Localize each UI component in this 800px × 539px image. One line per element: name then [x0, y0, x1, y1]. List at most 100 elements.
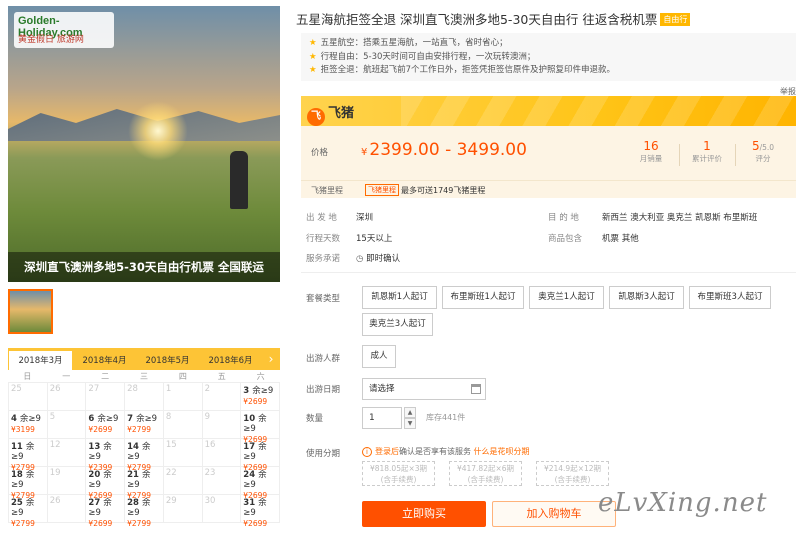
month-tab-2[interactable]: 2018年4月 — [73, 352, 136, 370]
plan-amount: ¥818.05起×3期 — [369, 464, 428, 473]
calendar-day[interactable]: 27 余≥9 ¥2699 — [86, 495, 126, 528]
calendar-day[interactable]: 7 余≥9 ¥2799 — [125, 411, 164, 439]
calendar-day[interactable]: 18 余≥9 ¥2799 — [9, 467, 48, 500]
calendar-day[interactable]: 17 余≥9 ¥2699 — [241, 439, 280, 472]
calendar-grid: 25 26 27 28 1 2 3 余≥9 ¥2699 4 余≥9 ¥3199 5 6 余≥9 ¥2699 7 余… — [8, 383, 280, 528]
fliggy-logo: 飞飞猪 — [307, 102, 354, 126]
package-option-cairns-1[interactable]: 凯恩斯1人起订 — [362, 286, 437, 309]
quantity-down-icon[interactable]: ▼ — [404, 418, 416, 429]
calendar-day[interactable]: 21 余≥9 ¥2799 — [125, 467, 164, 500]
date-value: 请选择 — [369, 384, 395, 394]
depart-value: 深圳 — [356, 213, 374, 223]
day-number: 13 — [88, 442, 101, 452]
calendar-day[interactable]: 11 余≥9 ¥2799 — [9, 439, 48, 472]
day-number: 2 — [204, 384, 210, 394]
day-number: 1 — [165, 384, 172, 394]
month-tab-1[interactable]: 2018年3月 — [8, 350, 73, 370]
month-tab-3[interactable]: 2018年5月 — [136, 352, 199, 370]
calendar-day[interactable]: 13 余≥9 ¥2399 — [86, 439, 126, 472]
calendar-day[interactable]: 31 余≥9 ¥2699 — [241, 495, 280, 528]
next-month-arrow-icon[interactable]: › — [262, 348, 280, 370]
plan-amount: ¥214.9起×12期 — [543, 464, 602, 473]
day-number: 26 — [49, 384, 61, 394]
date-picker-input[interactable]: 请选择 — [362, 378, 486, 400]
depart-row: 出 发 地 深圳 — [306, 211, 373, 223]
calendar-day: 27 — [86, 383, 126, 411]
destination-key: 目 的 地 — [548, 213, 579, 223]
includes-row: 商品包含 机票 其他 — [548, 232, 639, 244]
day-number: 19 — [49, 468, 61, 478]
login-link[interactable]: 登录后 — [375, 447, 399, 456]
calendar-day: 16 — [202, 439, 242, 467]
package-option-brisbane-3[interactable]: 布里斯班3人起订 — [689, 286, 771, 309]
destination-value: 新西兰 澳大利亚 奥克兰 凯恩斯 布里斯班 — [602, 213, 758, 223]
installment-plan-6[interactable]: ¥417.82起×6期 (含手续费) — [449, 461, 522, 486]
price-panel: 价格 ¥2399.00 - 3499.00 16 月销量 1 累计评价 5/5.… — [301, 126, 796, 180]
review-label: 累计评价 — [692, 154, 722, 163]
feature-text: 拒签全退：航班起飞前7个工作日外，拒签凭拒签信原件及护照复印件申退款。 — [320, 65, 616, 75]
calendar-day[interactable]: 28 余≥9 ¥2799 — [125, 495, 164, 528]
sun-glow — [128, 101, 188, 161]
calendar-day[interactable]: 4 余≥9 ¥3199 — [9, 411, 48, 439]
product-title: 五星海航拒签全退 深圳直飞澳洲多地5-30天自由行 往返含税机票 — [296, 12, 658, 27]
days-value: 15天以上 — [356, 234, 393, 244]
calendar-day: 29 — [163, 495, 203, 523]
day-number: 31 — [243, 498, 256, 508]
rating-label: 评分 — [755, 154, 771, 163]
calendar-day[interactable]: 25 余≥9 ¥2799 — [9, 495, 48, 528]
promise-value: 即时确认 — [366, 254, 401, 264]
installment-label: 使用分期 — [306, 449, 341, 459]
main-product-image[interactable]: Golden-Holiday.com 黄金假日 旅游网 深圳直飞澳洲多地5-30… — [8, 6, 280, 282]
total-reviews[interactable]: 1 累计评价 — [682, 139, 732, 164]
month-tab-4[interactable]: 2018年6月 — [199, 352, 262, 370]
calendar-day: 28 — [125, 383, 164, 411]
installment-plan-3[interactable]: ¥818.05起×3期 (含手续费) — [362, 461, 435, 486]
package-option-auckland-1[interactable]: 奥克兰1人起订 — [529, 286, 604, 309]
package-option-brisbane-1[interactable]: 布里斯班1人起订 — [442, 286, 524, 309]
package-option-cairns-3[interactable]: 凯恩斯3人起订 — [609, 286, 684, 309]
day-number: 3 — [243, 386, 250, 396]
day-price: ¥2699 — [88, 519, 113, 528]
crowd-option-adult[interactable]: 成人 — [362, 345, 396, 368]
installment-plan-12[interactable]: ¥214.9起×12期 (含手续费) — [536, 461, 609, 486]
days-key: 行程天数 — [306, 234, 341, 244]
section-divider — [301, 272, 796, 273]
calendar-day[interactable]: 6 余≥9 ¥2699 — [86, 411, 126, 439]
calendar-day[interactable]: 10 余≥9 ¥2699 — [241, 411, 280, 444]
fliggy-logo-icon: 飞 — [307, 108, 325, 126]
day-number: 28 — [127, 384, 138, 394]
package-option-auckland-3[interactable]: 奥克兰3人起订 — [362, 313, 433, 336]
calendar-day[interactable]: 3 余≥9 ¥2699 — [241, 383, 280, 411]
product-gallery: Golden-Holiday.com 黄金假日 旅游网 深圳直飞澳洲多地5-30… — [8, 6, 280, 528]
miles-text: 最多可送1749飞猪里程 — [401, 185, 486, 195]
review-count: 1 — [703, 139, 711, 153]
buy-now-button[interactable]: 立即购买 — [362, 501, 486, 527]
calendar-day: 8 — [163, 411, 203, 439]
price-value: 2399.00 - 3499.00 — [369, 140, 527, 160]
days-row: 行程天数 15天以上 — [306, 232, 392, 244]
calendar-day: 19 — [47, 467, 87, 495]
calendar-icon — [471, 384, 481, 394]
day-number: 8 — [165, 412, 172, 422]
day-stock: 余≥9 — [252, 386, 274, 396]
calendar-day[interactable]: 14 余≥9 ¥2799 — [125, 439, 164, 472]
day-number: 10 — [243, 414, 256, 424]
rating: 5/5.0 评分 — [738, 139, 788, 164]
quantity-up-icon[interactable]: ▲ — [404, 407, 416, 418]
day-number: 18 — [11, 470, 23, 480]
day-number: 9 — [204, 412, 210, 422]
day-number: 4 — [11, 414, 17, 424]
thumbnail-image[interactable] — [8, 289, 53, 334]
calendar-day[interactable]: 20 余≥9 ¥2699 — [86, 467, 126, 500]
quantity-input[interactable]: 1 — [362, 407, 402, 429]
day-number: 24 — [243, 470, 256, 480]
rating-max: /5.0 — [759, 143, 775, 152]
day-price: ¥3199 — [11, 425, 35, 434]
calendar-day: 30 — [202, 495, 242, 523]
day-number: 20 — [88, 470, 101, 480]
calendar-day[interactable]: 24 余≥9 ¥2699 — [241, 467, 280, 500]
brand-bar-decoration — [401, 96, 796, 126]
feature-item: ★ 五星航空：搭乘五星海航，一站直飞，省时省心； — [309, 37, 788, 51]
star-icon: ★ — [309, 65, 317, 75]
huabei-help-link[interactable]: 什么是花呗分期 — [474, 447, 530, 456]
